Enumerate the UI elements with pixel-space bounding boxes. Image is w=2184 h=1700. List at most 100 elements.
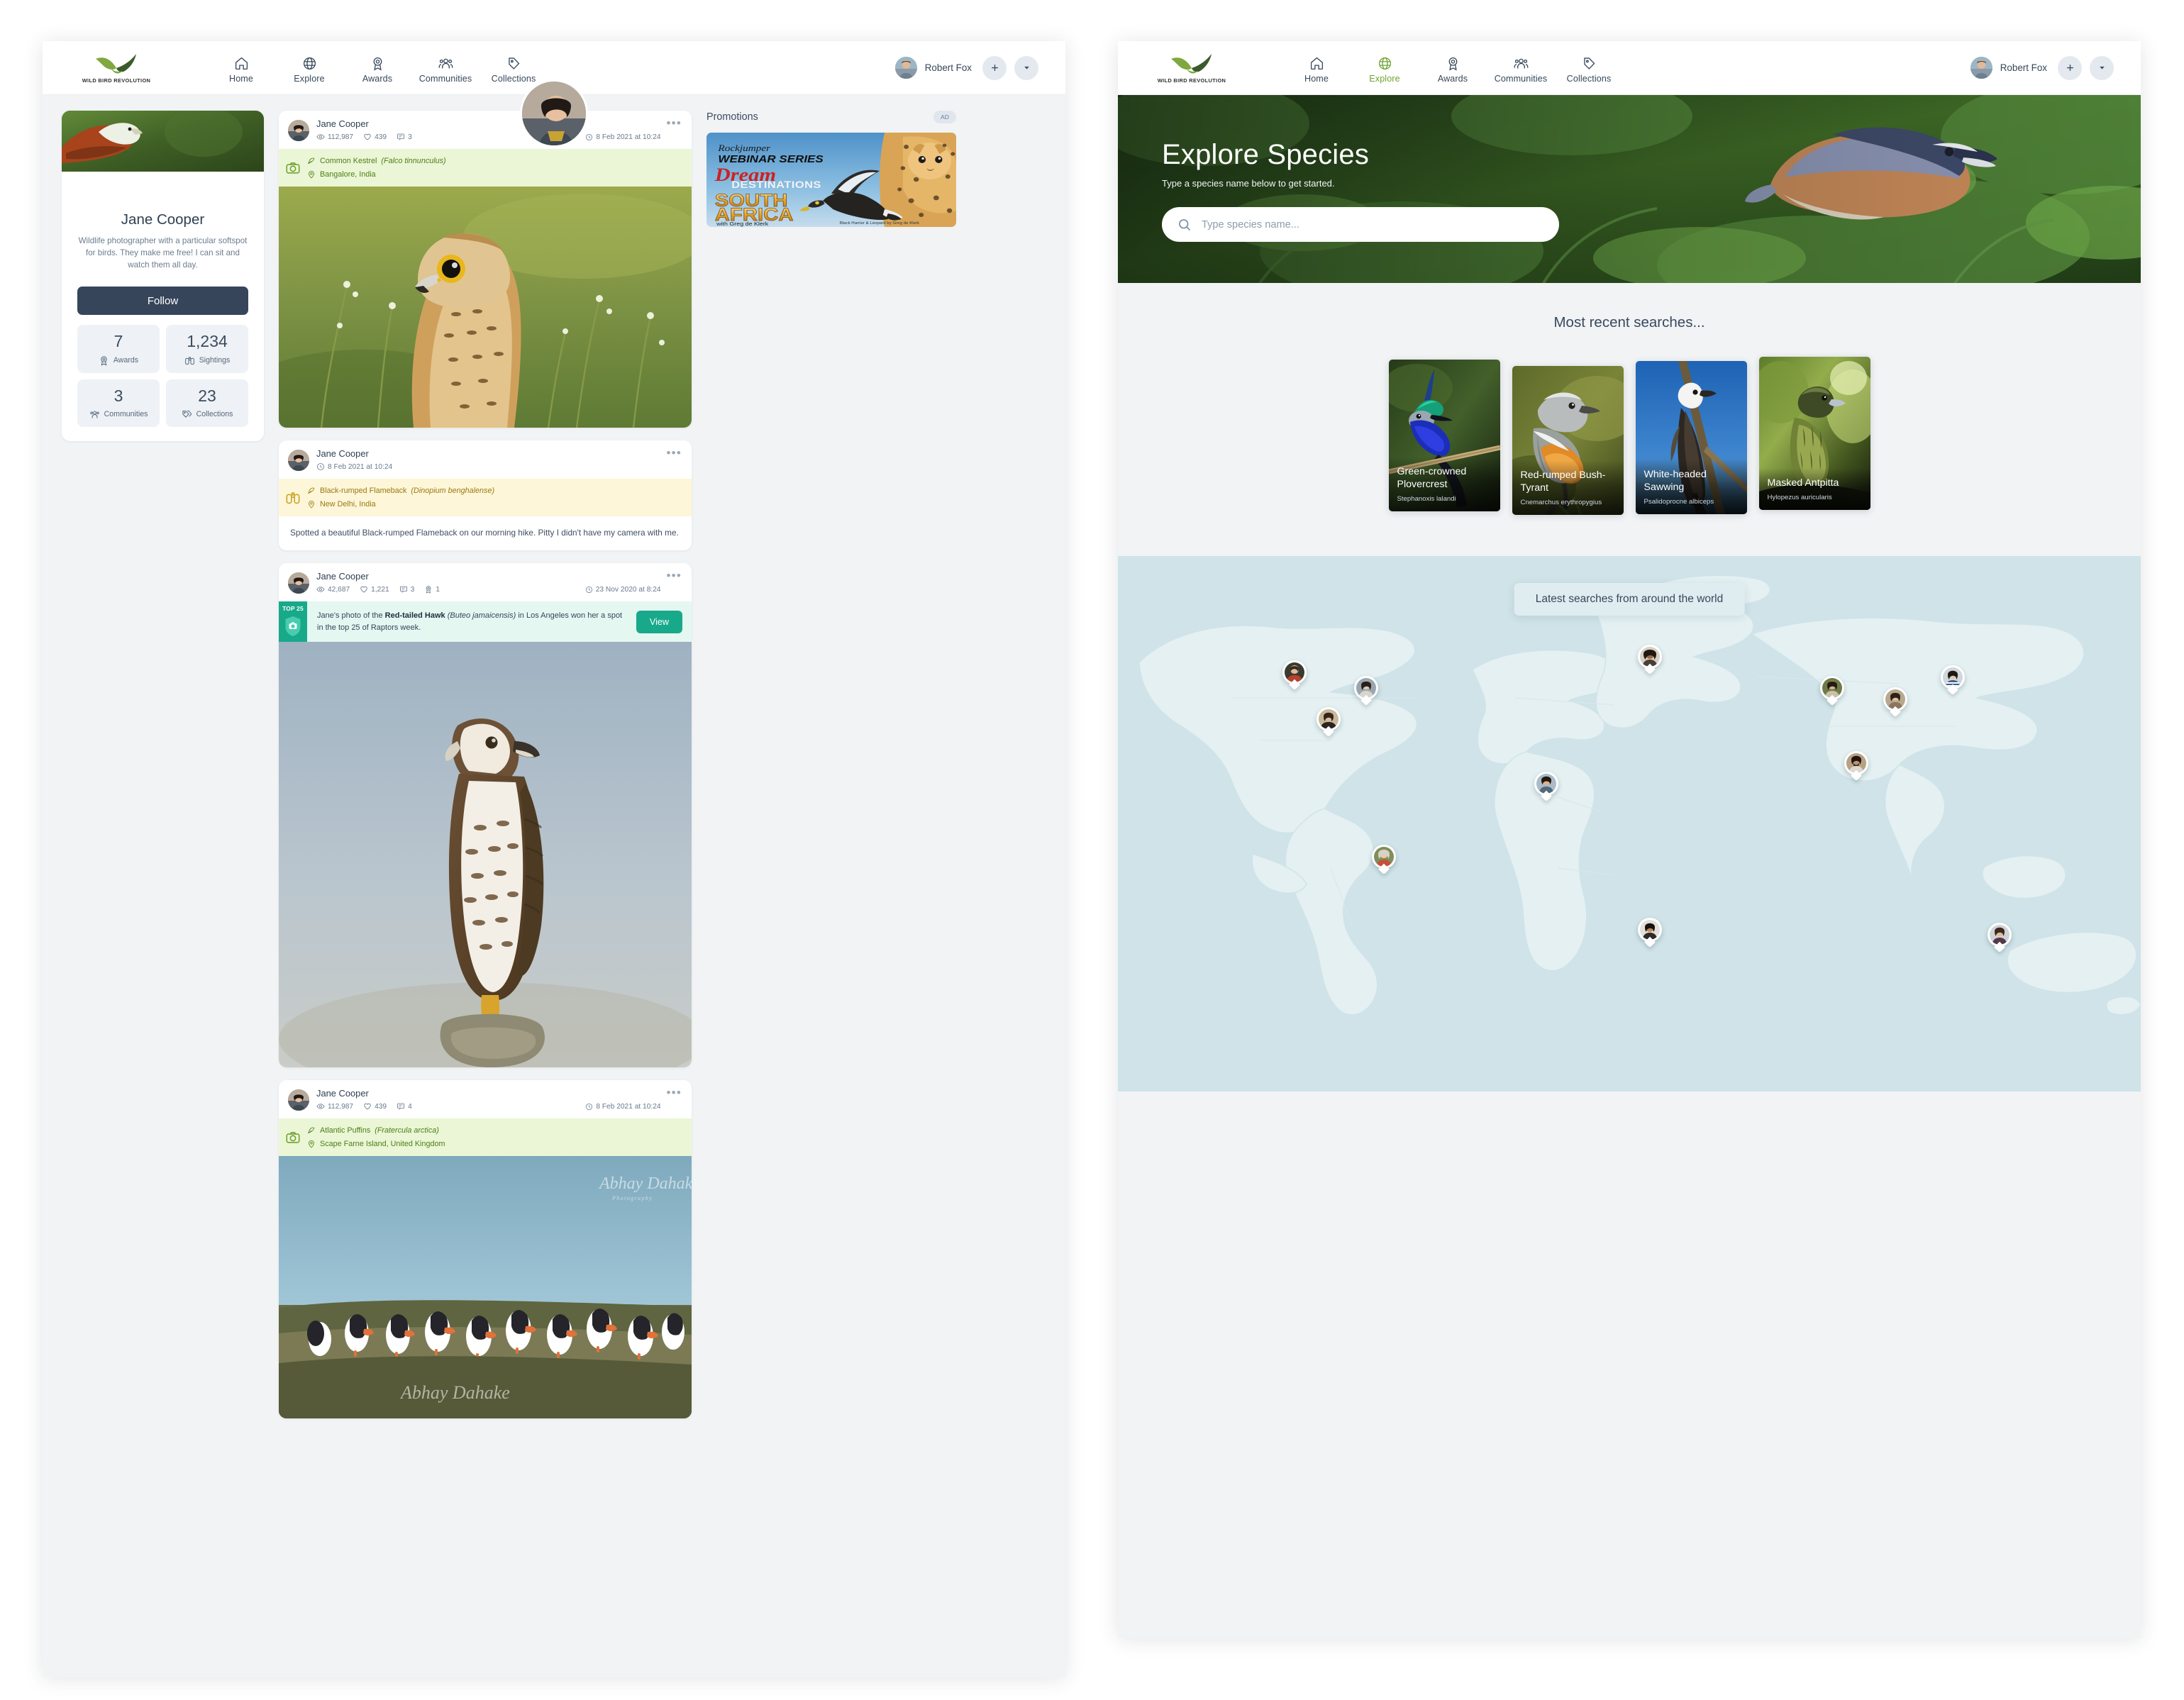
location-line[interactable]: Bangalore, India	[307, 170, 446, 179]
post-header: Jane Cooper 8 Feb 2021 at 10:24 •••	[279, 440, 692, 479]
post-options-button[interactable]: •••	[661, 120, 682, 127]
search-input[interactable]	[1202, 219, 1543, 230]
nav-item-collections[interactable]: Collections	[1555, 47, 1623, 89]
species-card-white-headed-sawwing[interactable]: White-headed Sawwing Psalidoprocne albic…	[1636, 361, 1747, 514]
post-username[interactable]: Jane Cooper	[316, 118, 661, 129]
species-card-green-crowned-plovercrest[interactable]: Green-crowned Plovercrest Stephanoxis la…	[1389, 360, 1500, 511]
account-dropdown-button[interactable]	[2090, 56, 2114, 80]
post-avatar[interactable]	[288, 120, 309, 141]
map-pin-asia-central[interactable]	[1820, 676, 1844, 706]
chevron-down-icon	[1022, 63, 1031, 72]
plus-icon	[990, 62, 1000, 73]
species-line[interactable]: Black-rumped Flameback (Dinopium benghal…	[307, 487, 494, 495]
app-header-right: WILD BIRD REVOLUTION Home Explore Awards	[1118, 41, 2141, 95]
add-button[interactable]	[982, 56, 1007, 80]
post-avatar[interactable]	[288, 1089, 309, 1111]
avatar-robert-fox[interactable]	[895, 57, 917, 79]
post-options-button[interactable]: •••	[661, 572, 682, 579]
species-card-masked-antpitta[interactable]: Masked Antpitta Hylopezus auricularis	[1759, 357, 1870, 510]
nav-item-explore[interactable]: Explore	[275, 47, 343, 89]
screenshot-stage: WILD BIRD REVOLUTION Home Explore Awards	[0, 0, 2184, 1700]
world-map-section: Latest searches from around the world	[1118, 556, 2141, 1091]
binoculars-icon-wrap	[279, 479, 307, 516]
eye-icon	[316, 133, 325, 141]
people-group-icon	[438, 56, 453, 71]
nav-item-communities[interactable]: Communities	[411, 47, 480, 89]
post-image-red-tailed-hawk[interactable]	[279, 642, 692, 1067]
nav-item-awards[interactable]: Awards	[343, 47, 411, 89]
location-line[interactable]: New Delhi, India	[307, 500, 494, 509]
nav-label-awards: Awards	[362, 74, 392, 84]
view-award-button[interactable]: View	[636, 611, 682, 633]
brahminy-kite-cover	[62, 111, 264, 172]
promotion-ad-card[interactable]: Rockjumper WEBINAR SERIES Dream DESTINAT…	[706, 133, 956, 227]
stat-communities[interactable]: 3 Communities	[77, 379, 160, 427]
add-button[interactable]	[2058, 56, 2082, 80]
binoculars-icon	[285, 490, 301, 506]
post-username[interactable]: Jane Cooper	[316, 1088, 661, 1099]
profile-stats-grid: 7 Awards 1,234 Sightings	[77, 325, 248, 426]
award-species-name: Red-tailed Hawk	[385, 611, 445, 620]
stat-sightings[interactable]: 1,234 Sightings	[166, 325, 248, 372]
location-pin-icon	[307, 500, 316, 509]
post-avatar[interactable]	[288, 572, 309, 594]
follow-button[interactable]: Follow	[77, 287, 248, 315]
nav-item-collections[interactable]: Collections	[480, 47, 548, 89]
post-options-button[interactable]: •••	[661, 450, 682, 457]
award-body: Jane's photo of the Red-tailed Hawk (But…	[307, 601, 692, 642]
map-pin-africa-west[interactable]	[1534, 772, 1558, 801]
ad-brand: Rockjumper	[717, 143, 770, 154]
award-badge-label: TOP 25	[282, 601, 304, 612]
likes-count: 1,221	[371, 586, 389, 594]
brand-logo[interactable]: WILD BIRD REVOLUTION	[70, 52, 163, 84]
brand-logo[interactable]: WILD BIRD REVOLUTION	[1145, 52, 1238, 84]
map-pin-africa-south[interactable]	[1638, 918, 1662, 948]
map-pin-asia-east[interactable]	[1941, 665, 1965, 695]
profile-cover-photo	[62, 111, 264, 172]
post-image-kestrel[interactable]	[279, 187, 692, 428]
binoculars-icon	[184, 355, 195, 366]
account-dropdown-button[interactable]	[1014, 56, 1038, 80]
post-date-text: 8 Feb 2021 at 10:24	[596, 133, 660, 141]
comments-count: 3	[408, 133, 412, 141]
map-pin-north-america-west[interactable]	[1282, 660, 1307, 690]
post-options-button[interactable]: •••	[661, 1089, 682, 1096]
avatar-robert-fox[interactable]	[1970, 57, 1992, 79]
nav-item-home[interactable]: Home	[207, 47, 275, 89]
svg-text:Photography: Photography	[611, 1195, 653, 1201]
stat-value-sightings: 1,234	[170, 333, 244, 350]
nav-item-communities[interactable]: Communities	[1487, 47, 1555, 89]
comments-count: 4	[408, 1103, 412, 1111]
stat-awards[interactable]: 7 Awards	[77, 325, 160, 372]
clock-icon	[585, 586, 593, 594]
tag-icon	[1582, 56, 1597, 71]
stat-label-communities: Communities	[104, 410, 148, 418]
species-line[interactable]: Atlantic Puffins (Fratercula arctica)	[307, 1126, 445, 1135]
species-search-bar[interactable]	[1162, 207, 1559, 242]
map-pin-europe-north[interactable]	[1638, 645, 1662, 674]
post-avatar[interactable]	[288, 450, 309, 471]
map-pin-asia-mid[interactable]	[1883, 687, 1907, 717]
map-title-chip: Latest searches from around the world	[1514, 583, 1745, 616]
map-pin-south-america[interactable]	[1372, 845, 1396, 874]
post-image-puffins[interactable]: Abhay Dahake Photography Abhay Dahake	[279, 1156, 692, 1418]
map-pin-india[interactable]	[1844, 751, 1868, 781]
map-pin-north-america-east[interactable]	[1354, 676, 1378, 706]
post-username[interactable]: Jane Cooper	[316, 571, 661, 582]
map-pin-australia[interactable]	[1988, 923, 2012, 952]
camera-icon-wrap	[279, 149, 307, 187]
header-user-name: Robert Fox	[2000, 62, 2047, 73]
nav-item-explore[interactable]: Explore	[1351, 47, 1419, 89]
species-line[interactable]: Common Kestrel (Falco tinnunculus)	[307, 157, 446, 165]
clock-icon	[585, 1103, 593, 1111]
location-line[interactable]: Scape Farne Island, United Kingdom	[307, 1140, 445, 1148]
species-card-red-rumped-bush-tyrant[interactable]: Red-rumped Bush-Tyrant Cnemarchus erythr…	[1512, 366, 1624, 515]
nav-item-home[interactable]: Home	[1282, 47, 1351, 89]
nav-label-communities: Communities	[419, 74, 472, 84]
map-pin-usa-central[interactable]	[1317, 707, 1341, 737]
nav-item-awards[interactable]: Awards	[1419, 47, 1487, 89]
likes-count: 439	[375, 133, 387, 141]
stat-collections[interactable]: 23 Collections	[166, 379, 248, 427]
post-username[interactable]: Jane Cooper	[316, 448, 661, 459]
globe-icon	[1378, 56, 1392, 71]
